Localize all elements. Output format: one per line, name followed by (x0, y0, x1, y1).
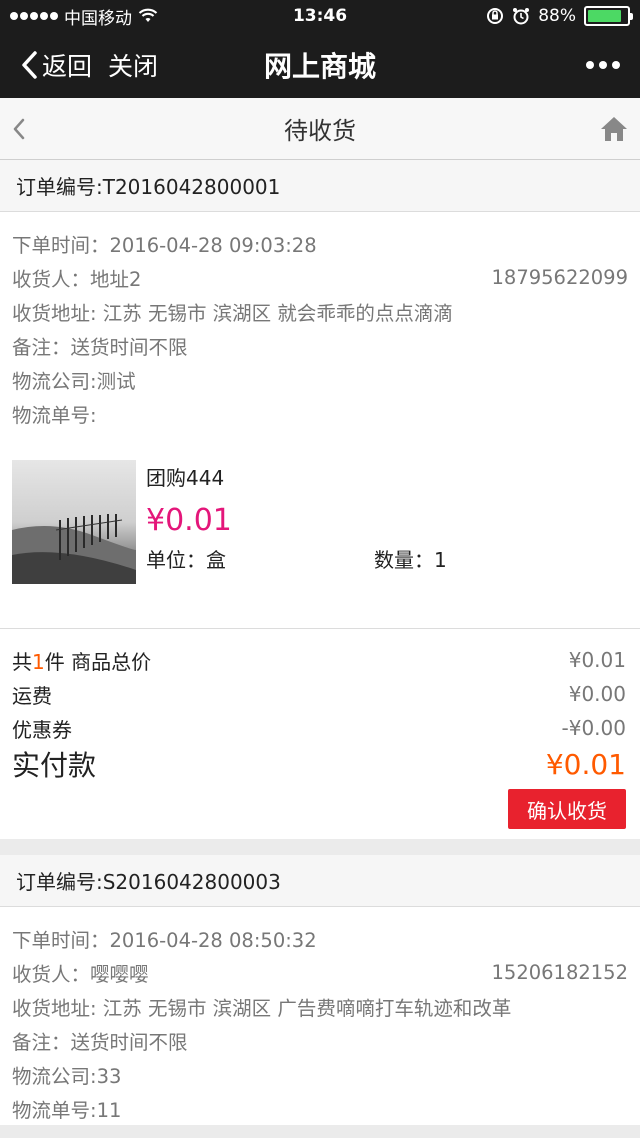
more-dots-icon[interactable] (586, 61, 620, 69)
order-time: 下单时间：2016-04-28 09:03:28 (12, 233, 317, 257)
paid-label: 实付款 (12, 749, 97, 782)
tracking-number: 物流单号: (12, 403, 97, 427)
product-price: ¥0.01 (146, 503, 232, 538)
shipping-label: 运费 (12, 683, 52, 708)
page-title: 待收货 (284, 117, 356, 145)
battery-icon (584, 6, 633, 26)
paid-amount: ¥0.01 (545, 747, 626, 781)
order-card: 订单编号:T2016042800001 下单时间：2016-04-28 09:0… (0, 160, 640, 839)
chevron-left-icon[interactable] (12, 117, 26, 141)
order-number: 订单编号:S2016042800003 (0, 855, 640, 907)
confirm-receipt-button[interactable]: 确认收货 (508, 789, 626, 829)
receiver-phone: 18795622099 (491, 265, 628, 289)
coupon-discount: -¥0.00 (561, 716, 626, 740)
shipping-address: 收货地址: 江苏 无锡市 滨湖区 广告费嘀嘀打车轨迹和改革 (12, 996, 512, 1020)
shipping-fee: ¥0.00 (568, 682, 626, 706)
coupon-label: 优惠券 (12, 717, 72, 742)
product-quantity: 数量：1 (374, 548, 447, 572)
order-time: 下单时间：2016-04-28 08:50:32 (12, 928, 317, 952)
wifi-icon (138, 8, 158, 22)
back-label: 返回 (42, 52, 93, 81)
close-button[interactable]: 关闭 (108, 47, 158, 83)
order-number: 订单编号:T2016042800001 (0, 160, 640, 212)
order-info: 下单时间：2016-04-28 08:50:32 收货人：嘤嘤嘤 1520618… (0, 907, 640, 1125)
alarm-icon (513, 8, 530, 25)
tracking-number: 物流单号:11 (12, 1098, 122, 1122)
order-summary: 共1件 商品总价 ¥0.01 运费 ¥0.00 优惠券 -¥0.00 实付款 ¥… (0, 628, 640, 839)
logistics-company: 物流公司:测试 (12, 369, 136, 393)
battery-percent: 88% (538, 6, 576, 26)
carrier-label: 中国移动 (64, 8, 132, 29)
order-info: 下单时间：2016-04-28 09:03:28 收货人：地址2 1879562… (0, 212, 640, 430)
app-title: 网上商城 (263, 50, 376, 83)
order-card: 订单编号:S2016042800003 下单时间：2016-04-28 08:5… (0, 855, 640, 1125)
product-unit: 单位：盒 (146, 548, 226, 572)
shipping-address: 收货地址: 江苏 无锡市 滨湖区 就会乖乖的点点滴滴 (12, 301, 453, 325)
status-bar: 中国移动 13:46 88% (0, 0, 640, 32)
item-count: 1 (32, 649, 45, 674)
receiver-phone: 15206182152 (491, 960, 628, 984)
product-name: 团购444 (146, 466, 225, 490)
signal-dots-icon (10, 12, 58, 20)
order-remark: 备注：送货时间不限 (12, 1030, 188, 1054)
navigation-bar: 返回 关闭 网上商城 (0, 32, 640, 98)
item-count-label: 共1件 商品总价 (12, 649, 152, 674)
product-thumbnail (12, 460, 136, 584)
order-remark: 备注：送货时间不限 (12, 335, 188, 359)
receiver: 收货人：嘤嘤嘤 (12, 962, 149, 986)
page-header: 待收货 (0, 98, 640, 160)
goods-total: ¥0.01 (568, 648, 626, 672)
rotation-lock-icon (487, 8, 504, 24)
product-item[interactable]: 团购444 ¥0.01 单位：盒 数量：1 (0, 430, 640, 628)
back-button[interactable]: 返回 (20, 47, 92, 83)
chevron-left-icon (22, 51, 37, 79)
logistics-company: 物流公司:33 (12, 1064, 122, 1088)
receiver: 收货人：地址2 (12, 267, 142, 291)
home-icon[interactable] (600, 116, 628, 142)
